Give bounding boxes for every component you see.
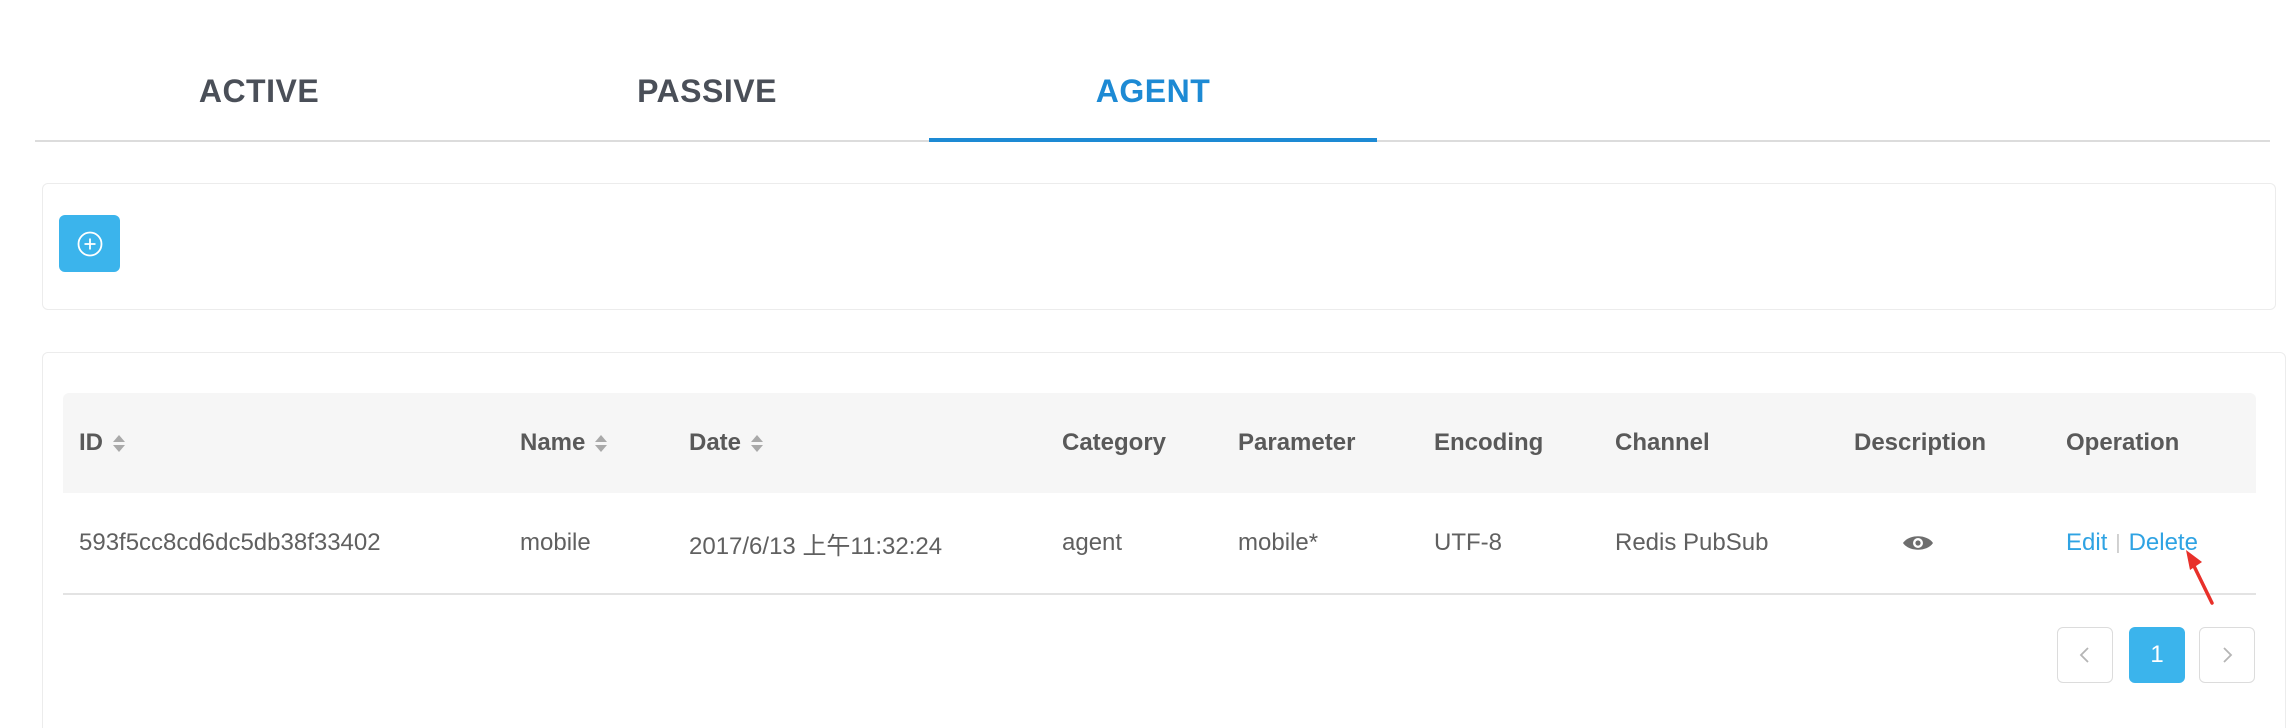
edit-link[interactable]: Edit — [2066, 529, 2107, 557]
sort-icon[interactable] — [751, 434, 764, 452]
table-row: 593f5cc8cd6dc5db38f33402 mobile 2017/6/1… — [63, 493, 2256, 595]
cell-operation: Edit | Delete — [2066, 493, 2198, 593]
pagination-next-button[interactable] — [2199, 627, 2255, 683]
cell-channel: Redis PubSub — [1615, 529, 1769, 556]
column-header-parameter: Parameter — [1238, 429, 1356, 456]
operation-separator: | — [2115, 531, 2121, 554]
tab-agent[interactable]: AGENT — [929, 40, 1377, 142]
cell-parameter: mobile* — [1238, 529, 1319, 556]
toolbar-card — [42, 183, 2276, 310]
column-header-description: Description — [1854, 429, 1987, 456]
cell-category: agent — [1062, 529, 1123, 556]
chevron-left-icon — [2079, 647, 2089, 663]
eye-icon[interactable] — [1902, 532, 1934, 554]
table-card: ID Name Date Category Parameter Encoding… — [42, 352, 2286, 728]
column-header-id[interactable]: ID — [79, 393, 125, 493]
plus-circle-icon — [77, 231, 102, 256]
tab-bar: ACTIVE PASSIVE AGENT — [35, 40, 2270, 142]
annotation-arrow-icon — [2186, 550, 2214, 605]
column-header-date[interactable]: Date — [689, 393, 764, 493]
cell-description — [1902, 493, 1934, 593]
cell-name: mobile — [520, 529, 591, 556]
sort-icon[interactable] — [595, 434, 608, 452]
column-header-channel: Channel — [1615, 429, 1710, 456]
tab-passive[interactable]: PASSIVE — [483, 40, 931, 142]
chevron-right-icon — [2223, 647, 2233, 663]
column-header-name[interactable]: Name — [520, 393, 608, 493]
column-header-encoding: Encoding — [1434, 429, 1544, 456]
cell-date: 2017/6/13 上午11:32:24 — [689, 532, 943, 560]
column-header-operation: Operation — [2066, 429, 2180, 456]
add-button[interactable] — [59, 215, 120, 272]
column-header-category: Category — [1062, 429, 1167, 456]
pagination-page-current[interactable]: 1 — [2129, 627, 2185, 683]
active-tab-indicator — [929, 138, 1377, 142]
tab-active[interactable]: ACTIVE — [35, 40, 483, 142]
cell-id: 593f5cc8cd6dc5db38f33402 — [79, 529, 381, 556]
table-header: ID Name Date Category Parameter Encoding… — [63, 393, 2256, 493]
sort-icon[interactable] — [113, 434, 125, 452]
pagination-prev-button[interactable] — [2057, 627, 2113, 683]
cell-encoding: UTF-8 — [1434, 529, 1502, 556]
